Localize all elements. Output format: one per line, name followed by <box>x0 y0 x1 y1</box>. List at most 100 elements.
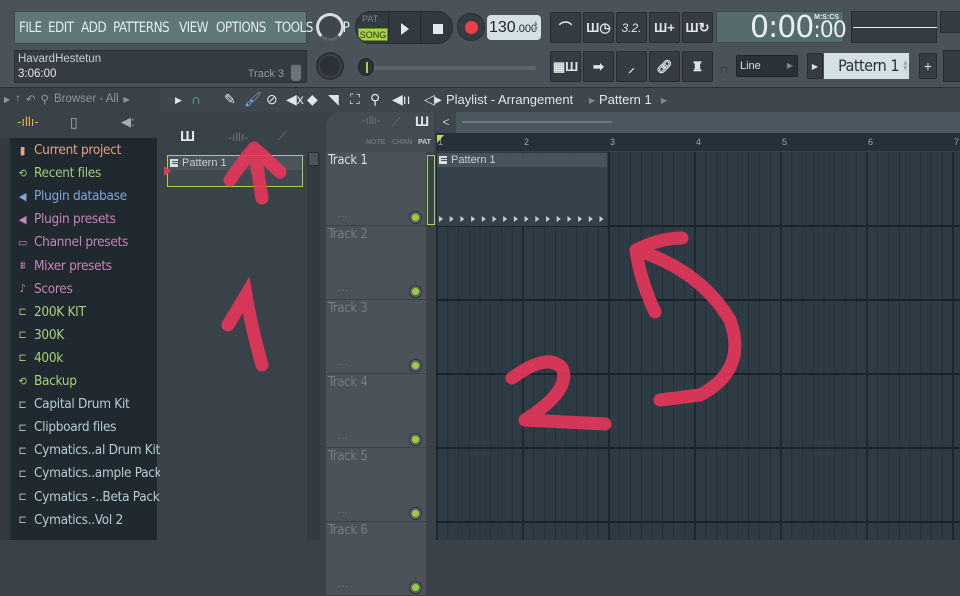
browser-item[interactable]: ⊏ Cymatics..Vol 2 <box>16 509 124 531</box>
track-header[interactable]: Track 2... <box>326 226 426 300</box>
track-mute-led[interactable] <box>410 582 421 593</box>
stop-button[interactable] <box>422 12 452 43</box>
track-header[interactable]: Track 1... <box>326 152 426 226</box>
up-arrow-icon[interactable]: ↑ <box>15 93 21 105</box>
song-position-clock[interactable]: 0:00:00 M:S:CS <box>716 10 847 45</box>
menu-add[interactable]: ADD <box>81 20 107 36</box>
waveform-icon[interactable]: -ıllı- <box>17 114 39 129</box>
piano-keys-icon[interactable]: Ш <box>180 128 195 145</box>
chan-filter[interactable]: CHAN <box>392 139 412 146</box>
automation-icon[interactable]: ⟋ <box>278 128 287 144</box>
zoom-icon[interactable]: ⚲ <box>370 91 380 108</box>
master-pitch-knob[interactable] <box>316 52 344 80</box>
menu-view[interactable]: VIEW <box>179 20 209 36</box>
pattern-clip[interactable]: Pattern 1 <box>437 153 607 226</box>
magnet-snap-icon[interactable]: ∩ <box>191 91 201 107</box>
track-options-icon[interactable]: ... <box>338 357 349 367</box>
playhead-marker[interactable] <box>437 135 444 143</box>
track-header[interactable]: Track 4... <box>326 374 426 448</box>
master-volume-knob[interactable] <box>316 13 344 41</box>
record-button[interactable] <box>457 13 485 41</box>
pattern-selector[interactable]: Pattern 1 ▲ ▼ <box>824 53 909 79</box>
track-mute-led[interactable] <box>410 212 421 223</box>
browser-item[interactable]: ◀ Plugin presets <box>16 208 116 230</box>
browser-item[interactable]: ▮ Current project <box>16 139 121 161</box>
browser-item[interactable]: ⊏ Cymatics -..Beta Pack <box>16 486 160 508</box>
slice-icon[interactable]: ◥ <box>328 91 339 108</box>
track-options-icon[interactable]: ... <box>338 431 349 441</box>
browser-item[interactable]: ⊏ Cymatics..al Drum Kit <box>16 439 161 461</box>
track-header[interactable]: Track 6... <box>326 522 426 596</box>
wait-for-input-button[interactable]: Ш◷ <box>583 12 614 43</box>
track-mute-led[interactable] <box>410 508 421 519</box>
select-icon[interactable]: ⛶ <box>350 91 360 108</box>
track-options-icon[interactable]: ... <box>338 283 349 293</box>
typing-keyboard-button[interactable]: ▦Ш <box>550 51 581 82</box>
browser-item[interactable]: ⊏ 200K KIT <box>16 301 86 323</box>
browser-item[interactable]: ⟲ Backup <box>16 370 77 392</box>
playlist-speaker-icon[interactable]: ◁▸ <box>424 91 442 108</box>
undo-icon[interactable]: ↶ <box>26 92 36 106</box>
playlist-horizontal-scrollbar[interactable]: < <box>436 112 960 133</box>
browser-menu-arrow-icon[interactable]: ▶ <box>4 95 10 104</box>
waveform-icon[interactable]: -ıllı- <box>362 115 380 127</box>
track-mute-led[interactable] <box>410 286 421 297</box>
menu-patterns[interactable]: PATTERNS <box>113 20 170 36</box>
scroll-left-button[interactable]: < <box>436 112 456 133</box>
mixer-knob-button[interactable]: ♜ <box>682 51 713 82</box>
track-1-select-strip[interactable] <box>427 155 435 225</box>
mixer-view-button[interactable] <box>943 50 960 82</box>
browser-item[interactable]: ⊏ 300K <box>16 324 65 346</box>
pattern-menu-button[interactable]: ▶ <box>807 53 823 79</box>
breadcrumb-pattern[interactable]: Pattern 1 <box>599 92 652 107</box>
track-header[interactable]: Track 3... <box>326 300 426 374</box>
picker-scrollbar[interactable] <box>307 152 320 540</box>
browser-item[interactable]: ⊏ Clipboard files <box>16 416 117 438</box>
track-options-icon[interactable]: ... <box>338 505 349 515</box>
link-button[interactable]: 🔗︎ <box>649 51 680 82</box>
piano-keys-icon[interactable]: Ш <box>415 113 429 129</box>
song-mode-label[interactable]: SONG <box>358 28 388 41</box>
add-pattern-button[interactable]: + <box>919 53 937 79</box>
picker-pattern-item[interactable]: Pattern 1 <box>167 155 303 187</box>
browser-item[interactable]: ⟲ Recent files <box>16 162 102 184</box>
delete-icon[interactable]: ⊘ <box>266 91 278 108</box>
play-button[interactable] <box>390 12 421 43</box>
slip-icon[interactable]: ◆ <box>307 91 318 108</box>
tempo-field[interactable]: 130.000 ▲ ▼ <box>487 15 541 40</box>
browser-item[interactable]: ⩩ Mixer presets <box>16 255 112 277</box>
playback-icon[interactable]: ◀ıı <box>392 91 411 108</box>
note-filter[interactable]: NOTE <box>366 139 385 146</box>
pencil-icon[interactable]: ✎ <box>224 91 236 108</box>
chevron-right-icon[interactable]: ▶ <box>124 95 130 104</box>
pat-filter[interactable]: PAT <box>418 139 431 146</box>
metronome-button[interactable]: ⌒ <box>550 12 581 43</box>
track-options-icon[interactable]: ... <box>338 579 349 589</box>
browser-scrollbar[interactable] <box>0 138 9 540</box>
browser-item[interactable]: ⊏ 400k <box>16 347 64 369</box>
menu-tools[interactable]: TOOLS <box>275 20 313 36</box>
speaker-icon[interactable]: ◀: <box>121 114 135 130</box>
pat-mode-label[interactable]: PAT <box>362 14 378 24</box>
step-edit-button[interactable]: Ш+ <box>649 12 680 43</box>
track-options-icon[interactable]: ... <box>338 209 349 219</box>
automation-icon[interactable]: ⟋ <box>392 115 400 130</box>
document-icon[interactable]: ▯ <box>70 114 78 131</box>
countdown-button[interactable]: 3.2. <box>616 12 647 43</box>
browser-item[interactable]: ⊏ Cymatics..ample Pack <box>16 462 162 484</box>
blend-notes-button[interactable]: ➡ <box>583 51 614 82</box>
multilink-button[interactable]: ⸝ <box>616 51 647 82</box>
browser-item[interactable]: ⊏ Capital Drum Kit <box>16 393 130 415</box>
playlist-menu-arrow-icon[interactable]: ▶ <box>175 95 182 106</box>
menu-edit[interactable]: EDIT <box>48 20 74 36</box>
menu-file[interactable]: FILE <box>19 20 42 36</box>
track-mute-led[interactable] <box>410 360 421 371</box>
browser-item[interactable]: ◀ Plugin database <box>16 185 127 207</box>
track-header[interactable]: Track 5... <box>326 448 426 522</box>
menu-options[interactable]: OPTIONS <box>216 20 266 36</box>
master-pitch-slider-track[interactable] <box>360 66 536 70</box>
mute-icon[interactable]: ◀x <box>286 91 304 108</box>
browser-item[interactable]: ♪ Scores <box>16 278 72 300</box>
pat-song-toggle[interactable]: PAT SONG <box>356 12 389 43</box>
snap-selector[interactable]: Line ▶ <box>736 55 798 77</box>
